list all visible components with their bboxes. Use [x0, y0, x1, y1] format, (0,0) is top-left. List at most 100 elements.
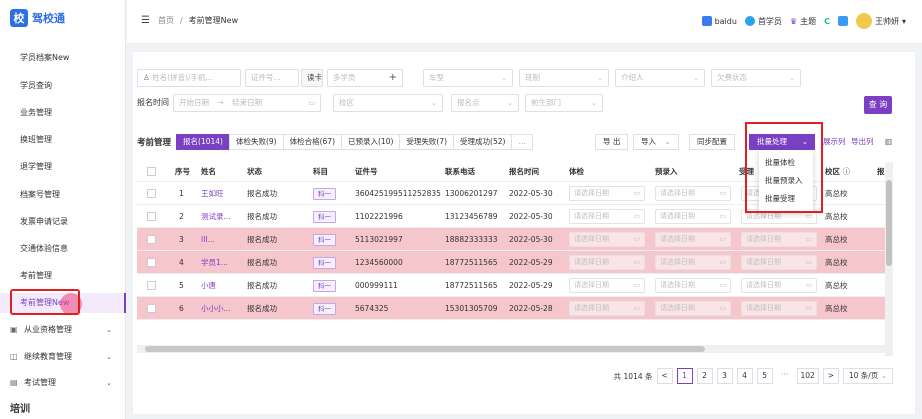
table-row[interactable]: 4 学员1... 报名成功 科一 1234560000 18772511565 … — [137, 251, 889, 274]
accept-date-picker[interactable]: 请选择日期 ▭ — [741, 278, 817, 293]
tab-more[interactable]: … — [511, 134, 533, 150]
sidebar-item-student-archive-new[interactable]: 学员档案New — [0, 48, 126, 68]
read-card-button[interactable]: 读卡 — [301, 69, 323, 87]
cert-input[interactable]: 证件号... — [245, 69, 299, 87]
menu-toggle-icon[interactable]: ☰ — [141, 15, 150, 26]
query-button[interactable]: 查 询 — [864, 96, 892, 114]
subject-tag: 科一 — [313, 188, 336, 200]
user-menu[interactable]: 王帅妍 ▾ — [855, 13, 906, 29]
car-type-select[interactable]: 车型 ⌄ — [423, 69, 513, 87]
row-checkbox[interactable] — [147, 212, 156, 221]
tab-pre-entered[interactable]: 已预录入(10) — [341, 134, 401, 150]
show-columns-link[interactable]: 展示列 — [823, 134, 846, 150]
row-checkbox[interactable] — [147, 258, 156, 267]
pre-entry-date-picker[interactable]: 请选择日期 ▭ — [655, 232, 731, 247]
table-row[interactable]: 6 小小小... 报名成功 科一 5674325 15301305709 202… — [137, 297, 889, 320]
prev-page-button[interactable]: < — [656, 368, 673, 384]
page-size-select[interactable]: 10 条/页 ⌄ — [842, 368, 893, 384]
tab-exam-passed[interactable]: 体检合格(67) — [282, 134, 342, 150]
exam-date-picker[interactable]: 请选择日期 ▭ — [569, 278, 645, 293]
sidebar-item-student-query[interactable]: 学员查询 — [0, 76, 126, 96]
column-header: 序号 — [175, 167, 190, 176]
class-type-select[interactable]: 班制 ⌄ — [519, 69, 609, 87]
tab-exam-failed[interactable]: 体检失败(9) — [228, 134, 284, 150]
accept-date-picker[interactable]: 请选择日期 ▭ — [741, 301, 817, 316]
exam-date-picker[interactable]: 请选择日期 ▭ — [569, 301, 645, 316]
signup-point-select[interactable]: 报名点 ⌄ — [451, 94, 519, 112]
pre-entry-date-picker[interactable]: 请选择日期 ▭ — [655, 186, 731, 201]
import-button[interactable]: 导入 ⌄ — [633, 134, 679, 150]
refresh-button[interactable]: C — [824, 17, 830, 26]
student-name-link[interactable]: III... — [201, 228, 215, 250]
sidebar-item-archive-no[interactable]: 档案号管理 — [0, 185, 126, 205]
page-button[interactable]: 4 — [736, 368, 753, 384]
next-page-button[interactable]: > — [822, 368, 839, 384]
pre-entry-date-picker[interactable]: 请选择日期 ▭ — [655, 209, 731, 224]
calendar-icon: ▭ — [633, 281, 640, 289]
student-name-link[interactable]: 测试录... — [201, 205, 231, 227]
tab-signup[interactable]: 报名(1014) — [176, 134, 230, 150]
tab-accept-failed[interactable]: 受理失败(7) — [399, 134, 455, 150]
select-all-checkbox[interactable] — [147, 167, 156, 176]
page-button[interactable]: 5 — [756, 368, 773, 384]
page-button[interactable]: 102 — [796, 368, 819, 384]
vertical-scrollbar[interactable] — [885, 162, 893, 356]
export-columns-link[interactable]: 导出列 — [851, 134, 874, 150]
page-button[interactable]: 3 — [716, 368, 733, 384]
row-checkbox[interactable] — [147, 235, 156, 244]
sidebar-section-training[interactable]: 培训 — [10, 400, 30, 415]
sidebar-group-exam[interactable]: ▤ 考试管理 ⌄ — [0, 373, 126, 393]
sidebar-item-invoice[interactable]: 发票申请记录 — [0, 212, 126, 232]
student-name-link[interactable]: 小唐 — [201, 274, 216, 296]
dept-select[interactable]: 前生部门 ⌄ — [525, 94, 603, 112]
sidebar-item-withdraw[interactable]: 退学管理 — [0, 157, 126, 177]
accept-date-picker[interactable]: 请选择日期 ▭ — [741, 232, 817, 247]
page-ellipsis[interactable]: ··· — [776, 368, 793, 384]
campus-select[interactable]: 校区 ⌄ — [333, 94, 443, 112]
student-name-link[interactable]: 小小小... — [201, 297, 231, 319]
scrollbar-thumb[interactable] — [886, 180, 892, 266]
introducer-select[interactable]: 介绍人 ⌄ — [615, 69, 705, 87]
scrollbar-thumb[interactable] — [145, 346, 705, 352]
subject-cell: 科一 — [313, 297, 336, 319]
row-checkbox[interactable] — [147, 281, 156, 290]
exam-date-picker[interactable]: 请选择日期 ▭ — [569, 186, 645, 201]
message-button[interactable] — [837, 16, 848, 26]
name-search-input[interactable]: ♙ 姓名(拼音)/手机... — [137, 69, 241, 87]
student-name-link[interactable]: 王如旺 — [201, 182, 224, 204]
header-item-theme[interactable]: ♛ 主题 — [790, 16, 816, 27]
exam-date-picker[interactable]: 请选择日期 ▭ — [569, 255, 645, 270]
chart-icon[interactable]: ▥ — [885, 134, 892, 150]
header-item-student[interactable]: 首学员 — [744, 16, 782, 27]
export-button[interactable]: 导 出 — [595, 134, 629, 150]
row-checkbox[interactable] — [147, 189, 156, 198]
sync-config-button[interactable]: 同步配置 — [689, 134, 735, 150]
pre-entry-date-picker[interactable]: 请选择日期 ▭ — [655, 301, 731, 316]
horizontal-scrollbar[interactable] — [137, 345, 885, 353]
student-select[interactable]: 多学员 + — [327, 69, 403, 87]
row-checkbox[interactable] — [147, 304, 156, 313]
page-button[interactable]: 1 — [676, 368, 693, 384]
sidebar-item-pre-exam[interactable]: 考前管理 — [0, 266, 126, 286]
breadcrumb-home[interactable]: 首页 — [158, 15, 174, 26]
student-name-link[interactable]: 学员1... — [201, 251, 228, 273]
page-button[interactable]: 2 — [696, 368, 713, 384]
sidebar-item-class-change[interactable]: 换班管理 — [0, 130, 126, 150]
pre-entry-date-picker[interactable]: 请选择日期 ▭ — [655, 278, 731, 293]
brand-logo[interactable]: 校 驾校通 — [10, 8, 65, 28]
table-row[interactable]: 5 小唐 报名成功 科一 000999111 18772511565 2022-… — [137, 274, 889, 297]
header-item-baidu[interactable]: baidu — [701, 16, 737, 26]
table-row[interactable]: 3 III... 报名成功 科一 5113021997 18882333333 … — [137, 228, 889, 251]
sidebar-group-qualification[interactable]: ▣ 从业资格管理 ⌄ — [0, 320, 126, 340]
accept-date-picker[interactable]: 请选择日期 ▭ — [741, 255, 817, 270]
fee-status-select[interactable]: 欠费状态 ⌄ — [711, 69, 801, 87]
tab-accept-success[interactable]: 受理成功(52) — [453, 134, 513, 150]
sidebar-item-business[interactable]: 业务管理 — [0, 103, 126, 123]
sidebar-item-traffic-exp[interactable]: 交通体验信息 — [0, 239, 126, 259]
subject-cell: 科一 — [313, 205, 336, 227]
date-range-picker[interactable]: 开始日期 → 结束日期 ▭ — [173, 94, 321, 112]
exam-date-picker[interactable]: 请选择日期 ▭ — [569, 209, 645, 224]
pre-entry-date-picker[interactable]: 请选择日期 ▭ — [655, 255, 731, 270]
exam-date-picker[interactable]: 请选择日期 ▭ — [569, 232, 645, 247]
sidebar-group-continuing-edu[interactable]: ◫ 继续教育管理 ⌄ — [0, 347, 126, 367]
